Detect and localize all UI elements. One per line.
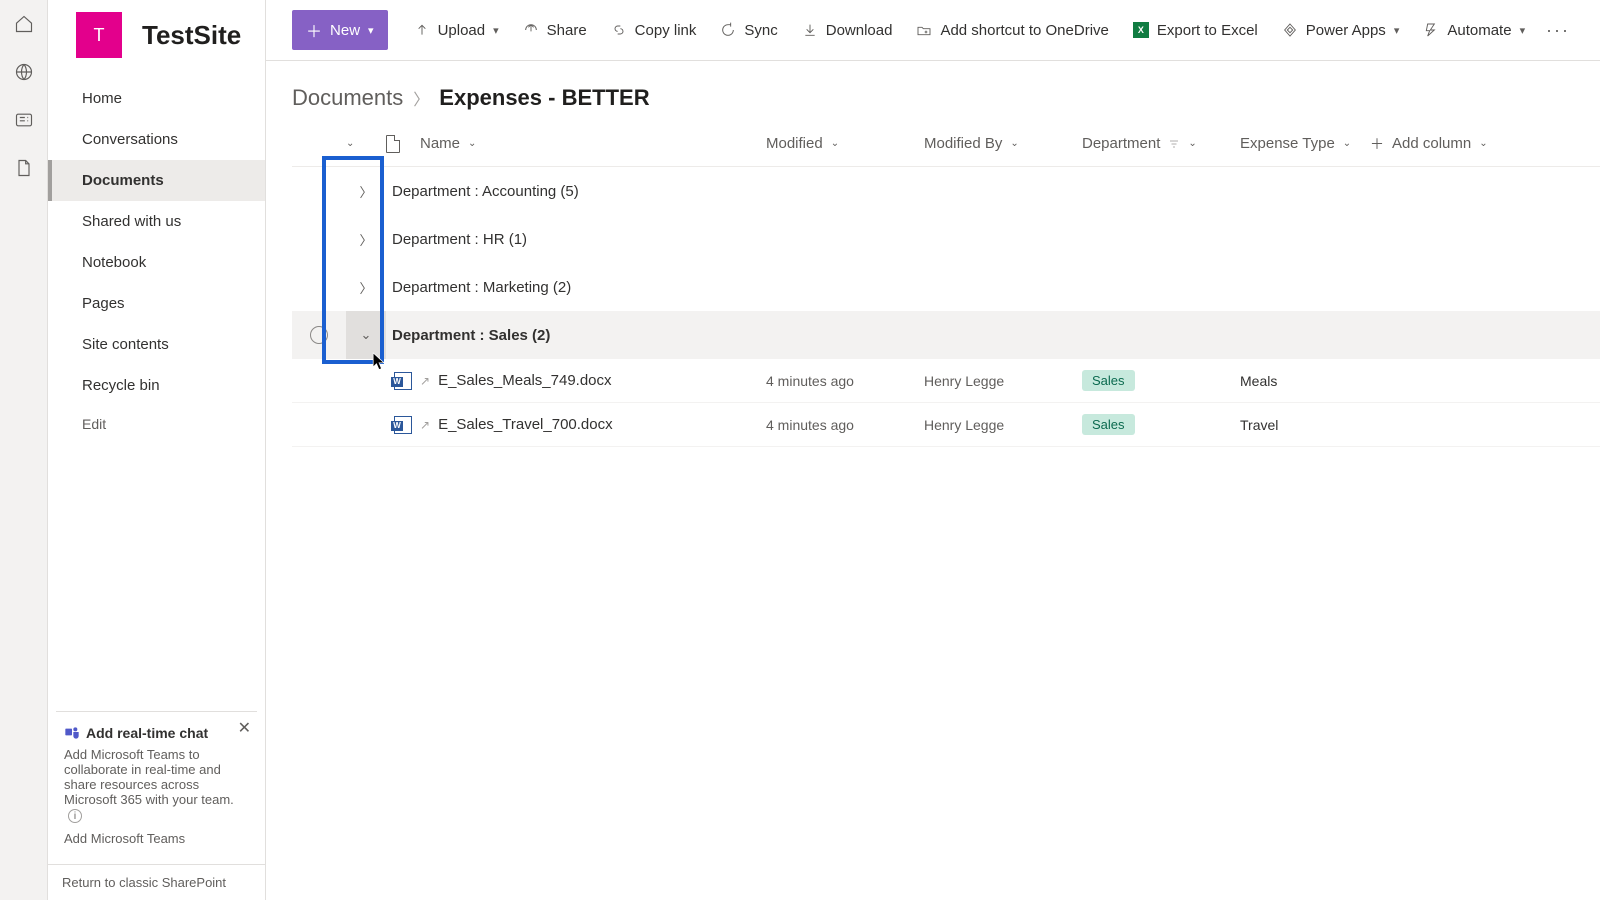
word-icon: [394, 416, 412, 434]
file-table: ⌄ Name⌄ Modified⌄ Modified By⌄ Departmen…: [266, 121, 1600, 447]
type-column[interactable]: [386, 135, 420, 153]
chevron-down-icon: ▾: [368, 24, 374, 37]
shared-icon: ↗: [420, 374, 430, 388]
shared-icon: ↗: [420, 418, 430, 432]
download-button[interactable]: Download: [794, 16, 901, 45]
chevron-right-icon[interactable]: 〉: [346, 182, 386, 201]
group-marketing[interactable]: 〉 Department : Marketing (2): [292, 263, 1600, 311]
automate-button[interactable]: Automate▾: [1415, 16, 1533, 45]
chat-card-title: Add real-time chat: [86, 725, 208, 741]
file-name[interactable]: E_Sales_Meals_749.docx: [438, 372, 611, 389]
file-modifiedby[interactable]: Henry Legge: [924, 373, 1082, 389]
department-pill: Sales: [1082, 370, 1135, 391]
export-button[interactable]: XExport to Excel: [1125, 16, 1266, 45]
nav-item-shared[interactable]: Shared with us: [48, 201, 265, 242]
nav-item-documents[interactable]: Documents: [48, 160, 265, 201]
group-label: Department : Marketing (2): [386, 279, 571, 296]
home-icon[interactable]: [14, 14, 34, 34]
copylink-button[interactable]: Copy link: [603, 16, 705, 45]
nav-item-notebook[interactable]: Notebook: [48, 242, 265, 283]
chevron-right-icon: 〉: [413, 86, 429, 110]
expense-type: Travel: [1240, 417, 1370, 433]
group-accounting[interactable]: 〉 Department : Accounting (5): [292, 167, 1600, 215]
powerapps-button[interactable]: Power Apps▾: [1274, 16, 1408, 45]
command-bar: ＋New▾ Upload▾ Share Copy link Sync Downl…: [266, 0, 1600, 61]
file-modified: 4 minutes ago: [766, 373, 924, 389]
file-name[interactable]: E_Sales_Travel_700.docx: [438, 416, 613, 433]
sidebar: T TestSite Home Conversations Documents …: [48, 0, 266, 900]
table-row[interactable]: ↗ E_Sales_Meals_749.docx 4 minutes ago He…: [292, 359, 1600, 403]
teams-icon: [64, 724, 80, 743]
breadcrumb-current: Expenses - BETTER: [439, 85, 649, 111]
close-icon[interactable]: ✕: [238, 718, 251, 738]
more-button[interactable]: ···: [1542, 16, 1574, 45]
site-nav: Home Conversations Documents Shared with…: [48, 70, 265, 711]
globe-icon[interactable]: [14, 62, 34, 82]
file-type-icon: [386, 135, 400, 153]
sync-button[interactable]: Sync: [712, 16, 785, 45]
group-hr[interactable]: 〉 Department : HR (1): [292, 215, 1600, 263]
chat-card-link[interactable]: Add Microsoft Teams: [64, 831, 249, 846]
department-pill: Sales: [1082, 414, 1135, 435]
info-icon[interactable]: i: [68, 809, 82, 823]
file-modified: 4 minutes ago: [766, 417, 924, 433]
expensetype-column[interactable]: Expense Type⌄: [1240, 135, 1370, 152]
table-header: ⌄ Name⌄ Modified⌄ Modified By⌄ Departmen…: [292, 121, 1600, 167]
site-title: TestSite: [142, 20, 241, 51]
chevron-right-icon[interactable]: 〉: [346, 278, 386, 297]
app-rail: [0, 0, 48, 900]
excel-icon: X: [1133, 22, 1149, 38]
group-sales[interactable]: ⌄ Department : Sales (2): [292, 311, 1600, 359]
nav-item-pages[interactable]: Pages: [48, 283, 265, 324]
expense-type: Meals: [1240, 373, 1370, 389]
share-button[interactable]: Share: [515, 16, 595, 45]
chevron-right-icon[interactable]: 〉: [346, 230, 386, 249]
chat-card-body: Add Microsoft Teams to collaborate in re…: [64, 747, 249, 824]
chevron-down-icon[interactable]: ⌄: [346, 311, 386, 359]
nav-item-home[interactable]: Home: [48, 78, 265, 119]
nav-item-edit[interactable]: Edit: [48, 406, 265, 442]
breadcrumb: Documents 〉 Expenses - BETTER: [266, 61, 1600, 121]
expand-all-toggle[interactable]: ⌄: [346, 138, 386, 149]
file-modifiedby[interactable]: Henry Legge: [924, 417, 1082, 433]
main: ＋New▾ Upload▾ Share Copy link Sync Downl…: [266, 0, 1600, 900]
classic-link[interactable]: Return to classic SharePoint: [48, 864, 265, 900]
breadcrumb-root[interactable]: Documents: [292, 85, 403, 111]
select-radio[interactable]: [310, 326, 328, 344]
file-icon[interactable]: [14, 158, 34, 178]
site-logo: T: [76, 12, 122, 58]
nav-item-conversations[interactable]: Conversations: [48, 119, 265, 160]
shortcut-button[interactable]: Add shortcut to OneDrive: [908, 16, 1116, 45]
word-icon: [394, 372, 412, 390]
new-button[interactable]: ＋New▾: [292, 10, 388, 50]
news-icon[interactable]: [14, 110, 34, 130]
group-label: Department : Accounting (5): [386, 183, 579, 200]
nav-item-sitecontents[interactable]: Site contents: [48, 324, 265, 365]
name-column[interactable]: Name⌄: [420, 135, 766, 152]
group-label: Department : HR (1): [386, 231, 527, 248]
modifiedby-column[interactable]: Modified By⌄: [924, 135, 1082, 152]
upload-button[interactable]: Upload▾: [406, 16, 507, 45]
plus-icon: ＋: [306, 18, 322, 42]
department-column[interactable]: Department⌄: [1082, 135, 1240, 152]
chat-card: ✕ Add real-time chat Add Microsoft Teams…: [56, 711, 257, 855]
nav-item-recyclebin[interactable]: Recycle bin: [48, 365, 265, 406]
modified-column[interactable]: Modified⌄: [766, 135, 924, 152]
add-column-button[interactable]: ＋Add column⌄: [1370, 134, 1540, 154]
group-label: Department : Sales (2): [386, 327, 550, 344]
table-row[interactable]: ↗ E_Sales_Travel_700.docx 4 minutes ago H…: [292, 403, 1600, 447]
